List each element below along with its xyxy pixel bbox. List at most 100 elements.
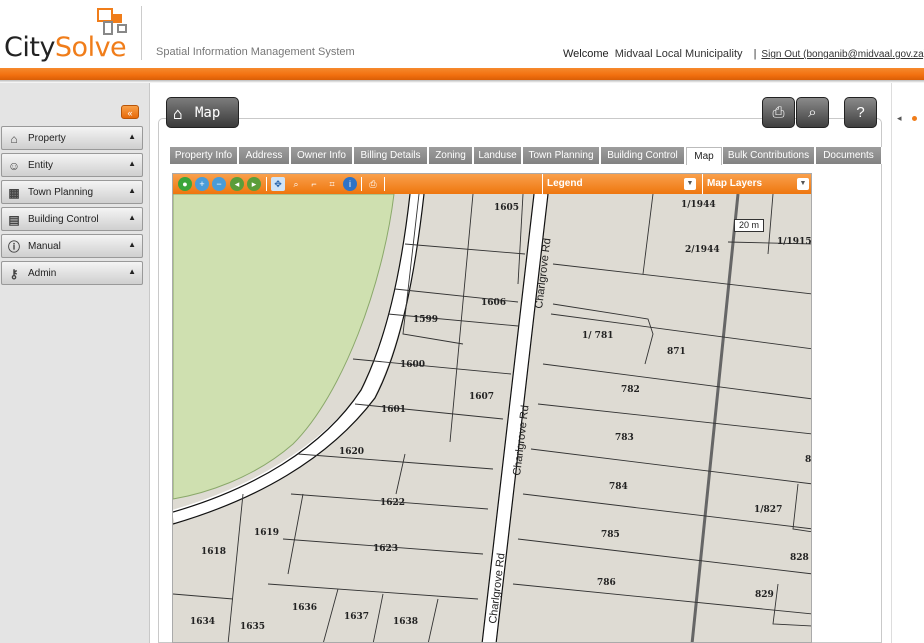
double-chevron-left-icon[interactable]: « xyxy=(121,105,139,119)
tab-billing-details[interactable]: Billing Details xyxy=(354,147,428,164)
search-button[interactable]: ⌕ xyxy=(796,97,829,128)
lot-label: 783 xyxy=(615,433,634,443)
zoom-out-icon[interactable]: − xyxy=(212,177,226,191)
tab-owner-info[interactable]: Owner Info xyxy=(291,147,353,164)
lot-label: 1620 xyxy=(339,447,364,457)
lot-label: 785 xyxy=(601,530,620,540)
citysolve-logo: CitySolve xyxy=(4,6,139,63)
header-accent-bar xyxy=(0,68,924,80)
sidebar-item-label: Manual xyxy=(28,241,61,252)
map-icon: ▤ xyxy=(8,213,20,227)
tab-documents[interactable]: Documents xyxy=(816,147,882,164)
user-separator: | xyxy=(753,48,757,60)
zoom-box-icon[interactable]: ⌕ xyxy=(289,177,303,191)
lot-label: 1618 xyxy=(201,547,226,557)
help-icon: ? xyxy=(856,104,865,121)
map-frame: ● + − ◂ ▸ ✥ ⌕ ⌐ ⌗ i ⎙ Legend ▼ Map Layer… xyxy=(172,173,812,643)
chevron-up-icon: ▲ xyxy=(128,267,136,276)
lot-label: 82 xyxy=(805,455,812,465)
help-button[interactable]: ? xyxy=(844,97,877,128)
tab-landuse[interactable]: Landuse xyxy=(474,147,522,164)
lot-label: 1606 xyxy=(481,298,506,308)
chevron-down-icon[interactable]: ▼ xyxy=(797,178,809,190)
lot-label: 1/1915 xyxy=(777,237,812,247)
globe-icon[interactable]: ● xyxy=(178,177,192,191)
tab-building-control[interactable]: Building Control xyxy=(601,147,685,164)
tab-zoning[interactable]: Zoning xyxy=(429,147,473,164)
app-header: CitySolve Spatial Information Management… xyxy=(0,0,924,68)
key-icon: ⚷ xyxy=(9,267,19,281)
tab-bulk-contributions[interactable]: Bulk Contributions xyxy=(723,147,815,164)
print-icon[interactable]: ⎙ xyxy=(366,177,380,191)
lot-label: 784 xyxy=(609,482,628,492)
home-icon: ⌂ xyxy=(10,132,18,146)
lot-label: 1/1944 xyxy=(681,200,716,210)
logo-mark-icon xyxy=(97,8,127,35)
tab-property-info[interactable]: Property Info xyxy=(170,147,238,164)
home-icon: ⌂ xyxy=(173,104,183,123)
sidebar-item-town-planning[interactable]: ▦ Town Planning ▲ xyxy=(1,180,143,204)
sidebar-item-label: Town Planning xyxy=(28,187,94,198)
chevron-up-icon: ▲ xyxy=(128,213,136,222)
lot-label: 1634 xyxy=(190,617,215,627)
lot-label: 1619 xyxy=(254,528,279,538)
status-dot xyxy=(912,116,917,121)
legend-header[interactable]: Legend ▼ xyxy=(542,174,700,194)
lot-label: 2/1944 xyxy=(685,245,720,255)
lot-label: 1637 xyxy=(344,612,369,622)
tab-town-planning[interactable]: Town Planning xyxy=(523,147,600,164)
lot-label: 782 xyxy=(621,385,640,395)
lot-label: 1635 xyxy=(240,622,265,632)
lot-label: 1607 xyxy=(469,392,494,402)
pan-back-icon[interactable]: ◂ xyxy=(230,177,244,191)
sidebar-item-admin[interactable]: ⚷ Admin ▲ xyxy=(1,261,143,285)
zoom-in-icon[interactable]: + xyxy=(195,177,209,191)
crop-icon[interactable]: ⌗ xyxy=(325,177,339,191)
sidebar: « ⌂ Property ▲ ☺ Entity ▲ ▦ Town Plannin… xyxy=(0,83,150,643)
lot-label: 1622 xyxy=(380,498,405,508)
legend-label: Legend xyxy=(547,178,583,189)
lot-label: 1636 xyxy=(292,603,317,613)
measure-icon[interactable]: ⌐ xyxy=(307,177,321,191)
sidebar-item-label: Building Control xyxy=(28,214,99,225)
right-panel-strip: ◂ xyxy=(891,83,924,643)
scale-bar: 20 m xyxy=(734,219,765,232)
chevron-up-icon: ▲ xyxy=(128,159,136,168)
tab-address[interactable]: Address xyxy=(239,147,290,164)
sidebar-item-entity[interactable]: ☺ Entity ▲ xyxy=(1,153,143,177)
chevron-down-icon[interactable]: ▼ xyxy=(684,178,696,190)
person-icon: ☺ xyxy=(7,159,21,173)
print-icon: ⎙ xyxy=(772,104,785,121)
grid-icon: ▦ xyxy=(8,186,20,200)
lot-label: 1605 xyxy=(494,203,519,213)
map-toolbar: ● + − ◂ ▸ ✥ ⌕ ⌐ ⌗ i ⎙ Legend ▼ Map Layer… xyxy=(173,174,811,194)
map-layers-label: Map Layers xyxy=(707,178,763,189)
lot-label: 786 xyxy=(597,578,616,588)
sign-out-link[interactable]: Sign Out (bonganib@midvaal.gov.za) xyxy=(761,49,924,60)
sidebar-item-manual[interactable]: ⓘ Manual ▲ xyxy=(1,234,143,258)
map-layers-header[interactable]: Map Layers ▼ xyxy=(702,174,811,194)
pan-icon[interactable]: ✥ xyxy=(271,177,285,191)
map-canvas[interactable]: 1605 1/1944 1/1915 2/1944 1606 1599 1/ 7… xyxy=(173,193,812,642)
lot-label: 1623 xyxy=(373,544,398,554)
chevron-left-icon[interactable]: ◂ xyxy=(897,113,902,124)
lot-label: 871 xyxy=(667,347,686,357)
lot-label: 1/827 xyxy=(754,505,782,515)
page-title: ⌂ Map xyxy=(166,97,239,128)
lot-label: 1599 xyxy=(413,315,438,325)
info-icon[interactable]: i xyxy=(343,177,357,191)
tab-map[interactable]: Map xyxy=(686,147,722,165)
print-button[interactable]: ⎙ xyxy=(762,97,795,128)
welcome-label: Welcome xyxy=(563,48,609,60)
sidebar-item-building-control[interactable]: ▤ Building Control ▲ xyxy=(1,207,143,231)
toolbar-separator xyxy=(384,177,385,191)
sidebar-item-label: Admin xyxy=(28,268,57,279)
app-subtitle: Spatial Information Management System xyxy=(156,46,355,58)
lot-label: 1601 xyxy=(381,405,406,415)
lot-label: 1/ 781 xyxy=(582,331,613,341)
lot-label: 829 xyxy=(755,590,774,600)
toolbar-separator xyxy=(266,177,267,191)
pan-forward-icon[interactable]: ▸ xyxy=(247,177,261,191)
sidebar-item-property[interactable]: ⌂ Property ▲ xyxy=(1,126,143,150)
municipality-name: Midvaal Local Municipality xyxy=(614,48,743,60)
